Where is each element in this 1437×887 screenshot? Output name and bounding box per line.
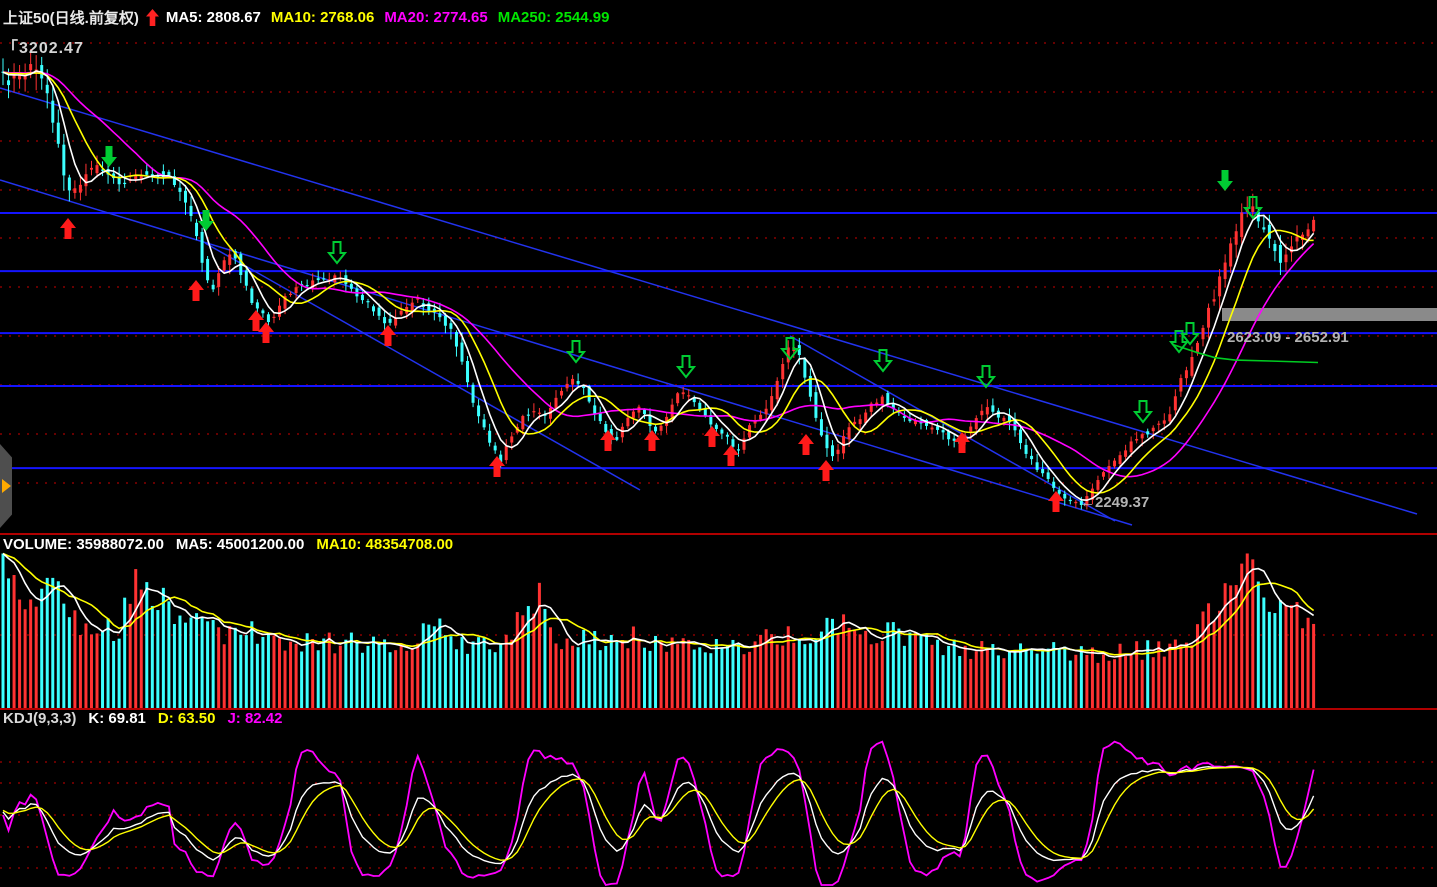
buy-signal-arrow-icon (1048, 491, 1064, 512)
kdj-header: KDJ(9,3,3) K: 69.81 D: 63.50 J: 82.42 (3, 710, 283, 727)
signal-arrows-layer (60, 146, 1261, 512)
volume-value: VOLUME: 35988072.00 (3, 536, 164, 553)
kdj-name: KDJ(9,3,3) (3, 710, 76, 727)
main-chart-header: 上证50(日线.前复权) MA5: 2808.67 MA10: 2768.06 … (3, 7, 609, 28)
buy-signal-arrow-icon (188, 280, 204, 301)
sell-signal-hollow-arrow-icon (782, 338, 798, 359)
trendlines-layer (0, 88, 1417, 525)
candles-layer (2, 49, 1316, 509)
buy-signal-arrow-icon (600, 430, 616, 451)
buy-signal-arrow-icon (489, 456, 505, 477)
buy-signal-arrow-icon (704, 426, 720, 447)
pane-dividers-layer (0, 534, 1437, 709)
sell-signal-hollow-arrow-icon (568, 341, 584, 362)
volume-ma10-value: MA10: 48354708.00 (316, 536, 453, 553)
symbol-title: 上证50(日线.前复权) (3, 7, 139, 28)
price-range-label: 2623.09 - 2652.91 (1227, 329, 1349, 346)
sell-signal-hollow-arrow-icon (678, 356, 694, 377)
kdj-lines-layer (3, 742, 1314, 885)
sell-signal-arrow-icon (101, 146, 117, 167)
sell-signal-hollow-arrow-icon (1135, 401, 1151, 422)
ma10-value: MA10: 2768.06 (271, 9, 374, 26)
sell-signal-hollow-arrow-icon (329, 242, 345, 263)
volume-ma5-value: MA5: 45001200.00 (176, 536, 304, 553)
kdj-j-value: J: 82.42 (227, 710, 282, 727)
kdj-k-value: K: 69.81 (88, 710, 146, 727)
range-band-layer (1222, 308, 1437, 321)
volume-header: VOLUME: 35988072.00 MA5: 45001200.00 MA1… (3, 536, 453, 553)
chart-canvas[interactable] (0, 0, 1437, 887)
buy-signal-arrow-icon (60, 218, 76, 239)
high-value: 3202.47 (19, 40, 84, 57)
buy-signal-arrow-icon (380, 325, 396, 346)
volume-bars-layer (2, 553, 1316, 708)
ma5-value: MA5: 2808.67 (166, 9, 261, 26)
buy-signal-arrow-icon (644, 430, 660, 451)
sell-signal-arrow-icon (1217, 170, 1233, 191)
expand-right-arrow-icon (2, 479, 11, 493)
high-marker-icon: 「 (2, 40, 19, 57)
buy-signal-arrow-icon (798, 434, 814, 455)
ma250-value: MA250: 2544.99 (498, 9, 610, 26)
lowest-price-label: ←2249.37 (1080, 494, 1149, 511)
trend-up-arrow-icon (146, 9, 159, 26)
highest-price-label: 「3202.47 (2, 34, 84, 58)
buy-signal-arrow-icon (818, 460, 834, 481)
left-panel-expand-tab[interactable] (0, 444, 12, 528)
kdj-d-value: D: 63.50 (158, 710, 216, 727)
stock-chart-window: 上证50(日线.前复权) MA5: 2808.67 MA10: 2768.06 … (0, 0, 1437, 887)
ma20-value: MA20: 2774.65 (384, 9, 487, 26)
buy-signal-arrow-icon (723, 445, 739, 466)
